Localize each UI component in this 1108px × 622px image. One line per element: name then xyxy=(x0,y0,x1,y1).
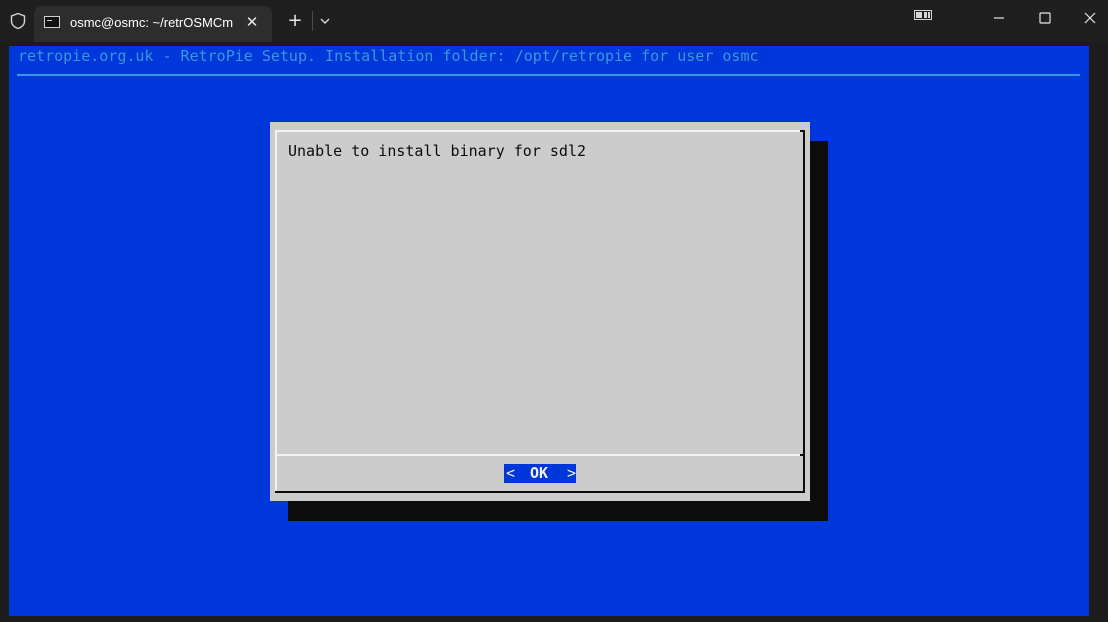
tab-title: osmc@osmc: ~/retrOSMCmk2 xyxy=(70,15,234,30)
dialog-frame xyxy=(803,132,805,455)
dialog-frame xyxy=(275,130,277,455)
chevron-down-icon[interactable] xyxy=(316,12,334,30)
new-tab-button[interactable]: + xyxy=(284,10,306,32)
dialog-separator xyxy=(275,454,805,456)
window-title-bar: osmc@osmc: ~/retrOSMCmk2 ✕ + xyxy=(0,0,1108,42)
close-icon[interactable]: ✕ xyxy=(242,12,262,32)
setup-header: retropie.org.uk - RetroPie Setup. Instal… xyxy=(18,47,759,65)
ok-label: OK xyxy=(530,464,549,482)
minimize-icon[interactable] xyxy=(986,8,1012,28)
maximize-icon[interactable] xyxy=(1032,8,1058,28)
tab-separator xyxy=(312,11,313,31)
header-rule xyxy=(17,74,1080,76)
close-window-icon[interactable] xyxy=(1077,8,1103,28)
message-dialog: Unable to install binary for sdl2 < OK > xyxy=(270,122,810,501)
dialog-frame xyxy=(803,456,805,492)
ok-bracket-left: < xyxy=(506,464,516,482)
dialog-frame xyxy=(275,456,277,492)
terminal-icon xyxy=(44,16,60,28)
snap-layout-icon[interactable] xyxy=(914,10,932,20)
terminal-viewport[interactable]: retropie.org.uk - RetroPie Setup. Instal… xyxy=(9,46,1089,616)
dialog-frame xyxy=(800,130,805,132)
dialog-message: Unable to install binary for sdl2 xyxy=(288,142,587,160)
ok-button[interactable]: < OK > xyxy=(504,464,576,483)
dialog-frame xyxy=(275,130,805,132)
ok-bracket-right: > xyxy=(567,464,577,482)
tab-terminal[interactable]: osmc@osmc: ~/retrOSMCmk2 ✕ xyxy=(34,6,272,42)
shield-icon[interactable] xyxy=(9,12,27,30)
